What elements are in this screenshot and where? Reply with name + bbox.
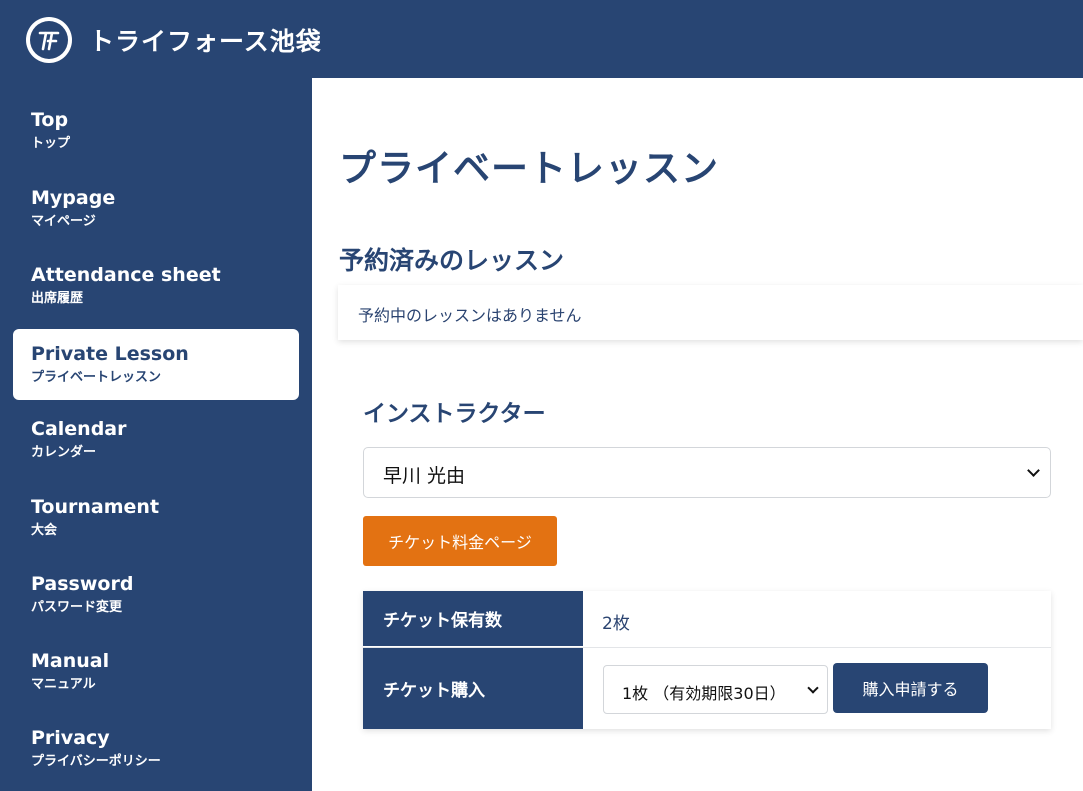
- sidebar-item-label: Private Lesson: [31, 343, 189, 365]
- sidebar-item-label: Manual: [31, 650, 110, 672]
- no-reservation-message: 予約中のレッスンはありません: [338, 285, 1083, 340]
- triforce-logo-icon[interactable]: [26, 17, 72, 63]
- sidebar-item-label: Attendance sheet: [31, 264, 221, 286]
- sidebar-item-label: Top: [31, 109, 69, 131]
- chevron-down-icon: [1027, 464, 1040, 477]
- sidebar-item-sublabel: 大会: [31, 522, 58, 538]
- logo-mark-icon: [38, 31, 60, 51]
- instructor-label: インストラクター: [363, 401, 546, 427]
- reserved-lessons-title: 予約済みのレッスン: [339, 246, 565, 275]
- ticket-table: チケット保有数 2枚 チケット購入 1枚 （有効期限30日） 購入申請する: [363, 591, 1051, 729]
- sidebar-item-attendance[interactable]: Attendance sheet 出席履歴: [13, 250, 299, 321]
- instructor-select[interactable]: 早川 光由: [363, 447, 1051, 498]
- top-header: トライフォース池袋: [0, 0, 1083, 78]
- sidebar-item-sublabel: プライバシーポリシー: [31, 753, 161, 769]
- sidebar-item-label: Calendar: [31, 418, 127, 440]
- sidebar-item-privacy[interactable]: Privacy プライバシーポリシー: [13, 713, 299, 784]
- ticket-held-label: チケット保有数: [363, 591, 583, 647]
- logo-inner: [30, 21, 68, 59]
- sidebar-item-sublabel: パスワード変更: [31, 599, 123, 615]
- sidebar-item-sublabel: 出席履歴: [31, 290, 84, 306]
- purchase-request-button[interactable]: 購入申請する: [833, 663, 988, 713]
- ticket-purchase-label: チケット購入: [363, 648, 583, 729]
- sidebar-item-sublabel: トップ: [31, 135, 71, 151]
- sidebar-item-calendar[interactable]: Calendar カレンダー: [13, 404, 299, 475]
- sidebar-item-password[interactable]: Password パスワード変更: [13, 559, 299, 630]
- sidebar-item-label: Password: [31, 573, 134, 595]
- main-content: プライベートレッスン 予約済みのレッスン 予約中のレッスンはありません インスト…: [312, 78, 1083, 791]
- sidebar-item-tournament[interactable]: Tournament 大会: [13, 482, 299, 553]
- sidebar-item-mypage[interactable]: Mypage マイページ: [13, 173, 299, 244]
- sidebar-item-sublabel: マイページ: [31, 213, 96, 229]
- sidebar-item-sublabel: プライベートレッスン: [31, 369, 162, 385]
- chevron-down-icon: [807, 682, 819, 694]
- sidebar-item-manual[interactable]: Manual マニュアル: [13, 636, 299, 707]
- site-title[interactable]: トライフォース池袋: [89, 22, 322, 58]
- ticket-price-button[interactable]: チケット料金ページ: [363, 516, 557, 566]
- sidebar-item-sublabel: カレンダー: [31, 444, 97, 460]
- sidebar-item-label: Tournament: [31, 496, 160, 518]
- instructor-select-value: 早川 光由: [383, 465, 466, 487]
- page-title: プライベートレッスン: [339, 147, 719, 190]
- sidebar-item-sublabel: マニュアル: [31, 676, 96, 692]
- sidebar-item-top[interactable]: Top トップ: [13, 95, 299, 166]
- ticket-held-row: チケット保有数 2枚: [363, 591, 1051, 648]
- ticket-purchase-row: チケット購入 1枚 （有効期限30日） 購入申請する: [363, 648, 1051, 729]
- sidebar-item-label: Privacy: [31, 727, 110, 749]
- ticket-quantity-value: 1枚 （有効期限30日）: [622, 684, 786, 703]
- ticket-held-value: 2枚: [602, 614, 630, 634]
- sidebar-nav: Top トップ Mypage マイページ Attendance sheet 出席…: [0, 78, 312, 791]
- ticket-quantity-select[interactable]: 1枚 （有効期限30日）: [603, 665, 828, 714]
- sidebar-item-private-lesson[interactable]: Private Lesson プライベートレッスン: [13, 329, 299, 400]
- sidebar-item-label: Mypage: [31, 187, 116, 209]
